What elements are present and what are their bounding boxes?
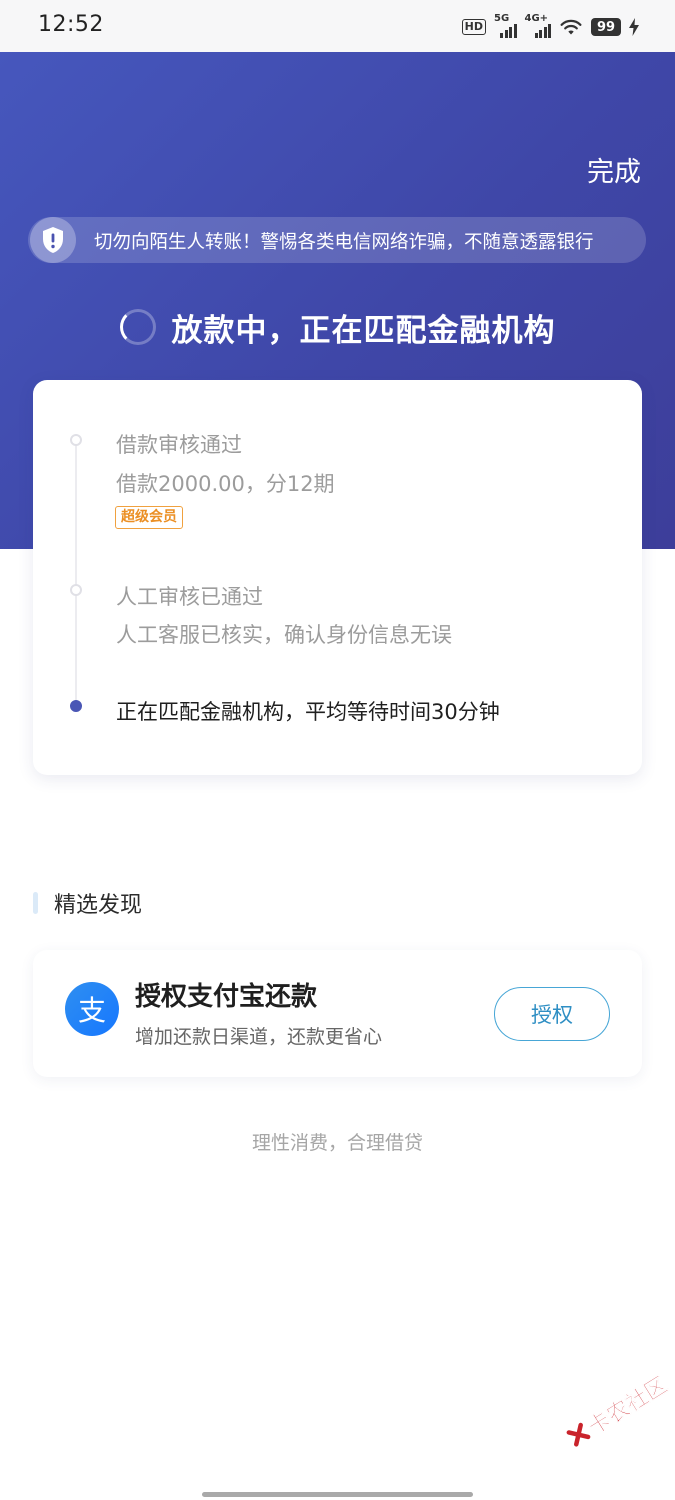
battery-icon: 99	[591, 18, 621, 36]
timeline-dot	[70, 584, 82, 596]
loan-status: 放款中，正在匹配金融机构	[0, 302, 675, 352]
signal-5g-icon: 5G	[494, 13, 517, 38]
timeline-line	[75, 440, 77, 702]
footer-slogan: 理性消费，合理借贷	[251, 1132, 423, 1154]
wifi-icon	[560, 19, 582, 35]
progress-card: 借款审核通过 借款2000.00，分12期 超级会员 人工审核已通过 人工客服已…	[33, 380, 642, 775]
status-title: 放款中，正在匹配金融机构	[171, 312, 556, 349]
step-current: 正在匹配金融机构，平均等待时间30分钟	[116, 700, 500, 724]
vip-badge: 超级会员	[115, 506, 183, 529]
watermark-logo: 卡农社区	[562, 1368, 673, 1454]
home-indicator[interactable]	[202, 1492, 473, 1497]
alipay-card[interactable]: 支 授权支付宝还款 增加还款日渠道，还款更省心 授权	[33, 950, 642, 1077]
fraud-notice: 切勿向陌生人转账！警惕各类电信网络诈骗，不随意透露银行	[28, 217, 646, 263]
alipay-subtitle: 增加还款日渠道，还款更省心	[135, 1026, 383, 1048]
done-button[interactable]: 完成	[587, 150, 641, 189]
status-time: 12:52	[38, 12, 104, 37]
loading-spinner-icon	[119, 309, 156, 345]
hd-icon: HD	[461, 19, 486, 35]
step-title: 借款审核通过	[116, 433, 242, 457]
authorize-button[interactable]: 授权	[494, 987, 610, 1041]
signal-4g-icon: 4G+	[525, 13, 551, 38]
alipay-icon: 支	[65, 982, 119, 1036]
section-title: 精选发现	[33, 888, 142, 918]
section-title-text: 精选发现	[54, 893, 143, 918]
section-marker	[33, 892, 38, 914]
notice-text: 切勿向陌生人转账！警惕各类电信网络诈骗，不随意透露银行	[94, 232, 594, 253]
status-bar: 12:52 HD 5G 4G+ 99	[0, 0, 675, 52]
step-description: 借款2000.00，分12期	[116, 472, 335, 496]
step-description: 人工客服已核实，确认身份信息无误	[116, 623, 452, 647]
watermark-text: 卡农社区	[584, 1372, 673, 1441]
alipay-title: 授权支付宝还款	[135, 982, 318, 1012]
timeline-dot-active	[70, 700, 82, 712]
timeline-dot	[70, 434, 82, 446]
charging-icon	[629, 18, 639, 36]
status-icons: HD 5G 4G+ 99	[461, 13, 639, 40]
shield-icon	[30, 217, 76, 263]
step-title: 人工审核已通过	[116, 585, 263, 609]
